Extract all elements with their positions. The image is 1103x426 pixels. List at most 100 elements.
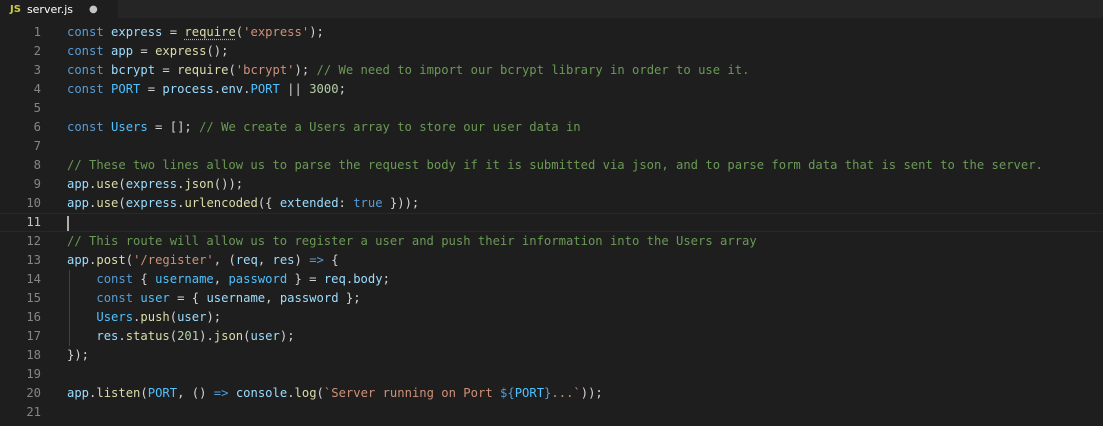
line-number: 11 <box>26 215 41 229</box>
code-line[interactable]: 2 const app = express(); <box>0 42 1103 61</box>
code-token: username <box>155 272 214 286</box>
code-token: PORT <box>250 82 280 96</box>
line-number: 3 <box>33 63 41 77</box>
code-line[interactable]: 7 <box>0 137 1103 156</box>
code-line[interactable]: 20 app.listen(PORT, () => console.log(`Se… <box>0 384 1103 403</box>
code-line[interactable]: 5 <box>0 99 1103 118</box>
code-token: ${ <box>500 386 515 400</box>
line-number: 13 <box>26 253 41 267</box>
code-token: res <box>96 329 119 343</box>
code-line[interactable]: 8 // These two lines allow us to parse th… <box>0 156 1103 175</box>
code-token: , <box>257 253 273 267</box>
code-token: env <box>221 82 244 96</box>
code-token: status <box>125 329 170 343</box>
code-token: express <box>125 196 178 210</box>
code-token: ; <box>338 82 346 96</box>
code-text: app.use(express.urlencoded({ extended: t… <box>67 194 419 213</box>
text-cursor <box>67 216 69 231</box>
code-text: app.listen(PORT, () => console.log(`Serv… <box>67 384 603 403</box>
line-number: 19 <box>26 367 41 381</box>
code-token: json <box>184 177 214 191</box>
code-text: // This route will allow us to register … <box>67 232 757 251</box>
code-token: ); <box>309 25 324 39</box>
code-token: ; <box>382 272 390 286</box>
line-number: 8 <box>33 158 41 172</box>
code-line[interactable]: 14 const { username, password } = req.bo… <box>0 270 1103 289</box>
code-line[interactable]: 10 app.use(express.urlencoded({ extended:… <box>0 194 1103 213</box>
code-token: . <box>287 386 295 400</box>
code-token: post <box>96 253 126 267</box>
code-token: })); <box>382 196 420 210</box>
code-line[interactable]: 18}); <box>0 346 1103 365</box>
code-token: ); <box>206 310 222 324</box>
code-token: use <box>96 196 119 210</box>
code-token: ( <box>243 329 251 343</box>
code-line[interactable]: 3 const bcrypt = require('bcrypt'); // We… <box>0 61 1103 80</box>
code-token: => <box>213 386 229 400</box>
line-number: 2 <box>33 44 41 58</box>
line-number: 1 <box>33 25 41 39</box>
code-line[interactable]: 17 res.status(201).json(user); <box>0 327 1103 346</box>
tab-server-js[interactable]: JS server.js ● <box>0 0 118 18</box>
code-line[interactable]: 16 Users.push(user); <box>0 308 1103 327</box>
code-token: '/register' <box>133 253 214 267</box>
code-token: express <box>125 177 178 191</box>
code-line[interactable]: 1 const express = require('express'); <box>0 23 1103 42</box>
code-token: password <box>279 291 339 305</box>
code-token: Users <box>111 120 148 134</box>
code-token: = <box>140 82 163 96</box>
code-text: const express = require('express'); <box>67 23 324 42</box>
code-token: app <box>67 253 90 267</box>
code-token: ...` <box>551 386 581 400</box>
tab-filename: server.js <box>26 2 74 16</box>
code-token: PORT <box>514 386 545 400</box>
code-token: use <box>96 177 119 191</box>
code-token: = { <box>169 291 207 305</box>
line-number: 6 <box>33 120 41 134</box>
code-token: // We create a Users array to store our … <box>199 120 581 134</box>
code-line[interactable]: 9 app.use(express.json()); <box>0 175 1103 194</box>
code-token: true <box>353 196 383 210</box>
code-token: (); <box>206 44 229 58</box>
code-token: req <box>235 253 258 267</box>
code-editor[interactable]: 1 const express = require('express'); 2 con… <box>0 18 1103 426</box>
code-token: app <box>67 386 90 400</box>
code-line[interactable]: 4 const PORT = process.env.PORT || 3000; <box>0 80 1103 99</box>
code-token: // These two lines allow us to parse the… <box>67 158 1043 172</box>
code-token: 3000 <box>309 82 339 96</box>
javascript-file-icon: JS <box>10 3 21 15</box>
code-line[interactable]: 11 <box>0 213 1103 232</box>
code-token: const <box>67 25 112 39</box>
code-token: }); <box>67 348 90 362</box>
code-token: ) <box>294 253 310 267</box>
code-text: app.post('/register', (req, res) => { <box>67 251 339 270</box>
code-line[interactable]: 6 const Users = []; // We create a Users … <box>0 118 1103 137</box>
code-token: listen <box>96 386 141 400</box>
code-token: : <box>338 196 354 210</box>
code-token: = <box>162 25 185 39</box>
code-token: ( <box>125 253 134 267</box>
code-token: 201 <box>177 329 200 343</box>
code-token: username <box>206 291 266 305</box>
code-token: ( <box>169 329 178 343</box>
code-line[interactable]: 13 app.post('/register', (req, res) => { <box>0 251 1103 270</box>
code-token: extended <box>279 196 339 210</box>
code-line[interactable]: 19 <box>0 365 1103 384</box>
code-text: app.use(express.json()); <box>67 175 243 194</box>
code-token: user <box>140 291 170 305</box>
code-line[interactable]: 15 const user = { username, password }; <box>0 289 1103 308</box>
code-token: ); <box>294 63 317 77</box>
code-token: = <box>155 63 178 77</box>
code-token: // This route will allow us to register … <box>67 234 757 248</box>
unsaved-changes-dot-icon[interactable]: ● <box>89 4 98 15</box>
code-token: ); <box>279 329 295 343</box>
code-token: app <box>67 196 90 210</box>
code-line[interactable]: 12 // This route will allow us to registe… <box>0 232 1103 251</box>
code-token: )); <box>580 386 603 400</box>
code-token: PORT <box>147 386 178 400</box>
code-token: express <box>155 44 207 58</box>
code-line[interactable]: 21 <box>0 403 1103 422</box>
indent-guide <box>69 270 70 346</box>
code-token: , <box>265 291 280 305</box>
